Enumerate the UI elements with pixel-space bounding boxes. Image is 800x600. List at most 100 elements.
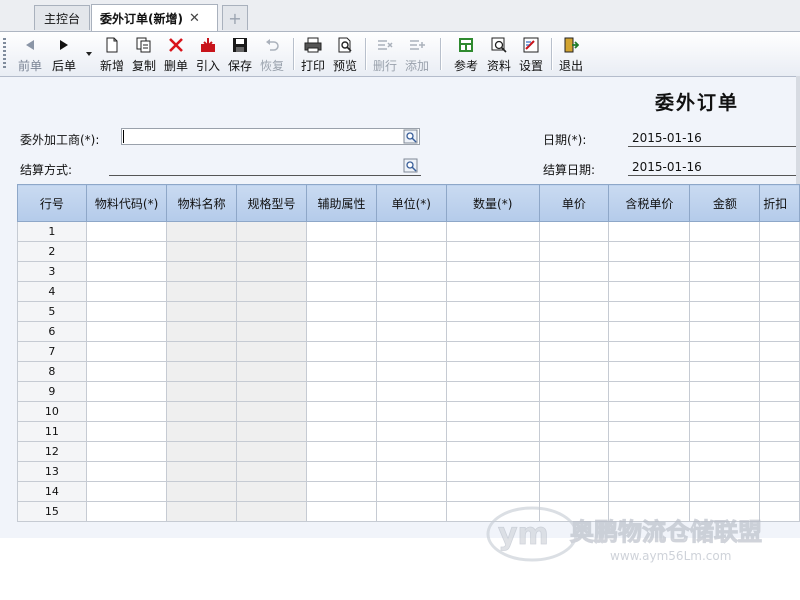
grid-cell[interactable] — [538, 221, 610, 242]
tab-outsourcing-order[interactable]: 委外订单(新增) ✕ — [91, 4, 218, 31]
grid-cell[interactable] — [445, 461, 540, 482]
grid-cell[interactable] — [235, 221, 308, 242]
grid-cell[interactable] — [306, 421, 377, 442]
grid-cell[interactable] — [85, 301, 168, 322]
grid-cell[interactable] — [166, 461, 237, 482]
grid-cell[interactable] — [235, 241, 308, 262]
grid-cell[interactable] — [759, 281, 800, 302]
grid-cell[interactable] — [166, 261, 237, 282]
table-row[interactable]: 2 — [17, 241, 800, 262]
add-row-button[interactable]: 添加 — [403, 34, 431, 74]
prev-button[interactable]: 前单 — [16, 34, 44, 74]
grid-cell[interactable] — [445, 301, 540, 322]
grid-cell[interactable] — [166, 481, 237, 502]
grid-cell[interactable] — [759, 381, 800, 402]
grid-cell[interactable] — [85, 221, 168, 242]
grid-cell[interactable] — [759, 261, 800, 282]
table-row[interactable]: 12 — [17, 441, 800, 462]
grid-cell[interactable] — [235, 501, 308, 522]
grid-cell[interactable] — [689, 441, 761, 462]
grid-cell[interactable] — [375, 401, 447, 422]
grid-cell[interactable] — [306, 481, 377, 502]
grid-cell[interactable] — [306, 361, 377, 382]
table-row[interactable]: 1 — [17, 221, 800, 242]
col-tax-unit-price[interactable]: 含税单价 — [608, 184, 691, 222]
grid-cell[interactable] — [759, 301, 800, 322]
grid-cell[interactable] — [235, 481, 308, 502]
grid-cell[interactable] — [445, 241, 540, 262]
grid-cell[interactable] — [689, 361, 761, 382]
grid-cell[interactable] — [375, 381, 447, 402]
table-row[interactable]: 4 — [17, 281, 800, 302]
grid-cell[interactable] — [445, 281, 540, 302]
tab-close-icon[interactable]: ✕ — [189, 11, 200, 26]
grid-cell[interactable] — [306, 461, 377, 482]
grid-cell[interactable] — [306, 341, 377, 362]
grid-cell[interactable] — [235, 421, 308, 442]
grid-cell[interactable] — [759, 361, 800, 382]
grid-cell[interactable] — [538, 361, 610, 382]
grid-cell[interactable] — [306, 321, 377, 342]
table-row[interactable]: 13 — [17, 461, 800, 482]
grid-cell[interactable] — [375, 361, 447, 382]
table-row[interactable]: 10 — [17, 401, 800, 422]
grid-cell[interactable] — [538, 281, 610, 302]
grid-cell[interactable] — [375, 261, 447, 282]
print-button[interactable]: 打印 — [299, 34, 327, 74]
settings-button[interactable]: 设置 — [517, 34, 545, 74]
grid-cell[interactable] — [689, 401, 761, 422]
grid-cell[interactable] — [375, 301, 447, 322]
grid-cell[interactable] — [166, 301, 237, 322]
grid-cell[interactable] — [689, 461, 761, 482]
grid-cell[interactable] — [375, 501, 447, 522]
table-row[interactable]: 9 — [17, 381, 800, 402]
grid-cell[interactable] — [375, 281, 447, 302]
grid-cell[interactable] — [445, 381, 540, 402]
grid-cell[interactable] — [375, 341, 447, 362]
grid-cell[interactable] — [538, 461, 610, 482]
grid-cell[interactable] — [306, 301, 377, 322]
grid-cell[interactable] — [538, 301, 610, 322]
grid-cell[interactable] — [689, 321, 761, 342]
col-discount[interactable]: 折扣 — [759, 184, 800, 222]
grid-cell[interactable] — [608, 341, 691, 362]
grid-cell[interactable] — [538, 381, 610, 402]
grid-cell[interactable] — [375, 481, 447, 502]
toolbar-grip[interactable] — [3, 38, 6, 70]
grid-cell[interactable] — [445, 441, 540, 462]
grid-cell[interactable] — [375, 221, 447, 242]
col-spec-model[interactable]: 规格型号 — [235, 184, 308, 222]
col-material-code[interactable]: 物料代码(*) — [85, 184, 168, 222]
grid-cell[interactable] — [85, 441, 168, 462]
grid-cell[interactable] — [608, 381, 691, 402]
grid-cell[interactable] — [445, 421, 540, 442]
grid-cell[interactable] — [759, 341, 800, 362]
grid-cell[interactable] — [608, 221, 691, 242]
grid-cell[interactable] — [235, 441, 308, 462]
grid-cell[interactable] — [235, 461, 308, 482]
grid-cell[interactable] — [235, 301, 308, 322]
grid-cell[interactable] — [166, 341, 237, 362]
grid-cell[interactable] — [85, 461, 168, 482]
grid-cell[interactable] — [306, 381, 377, 402]
grid-cell[interactable] — [759, 321, 800, 342]
reference-button[interactable]: 参考 — [452, 34, 480, 74]
grid-cell[interactable] — [445, 361, 540, 382]
col-material-name[interactable]: 物料名称 — [166, 184, 237, 222]
grid-cell[interactable] — [538, 441, 610, 462]
grid-cell[interactable] — [689, 301, 761, 322]
grid-cell[interactable] — [759, 461, 800, 482]
grid-cell[interactable] — [759, 421, 800, 442]
grid-cell[interactable] — [306, 221, 377, 242]
grid-cell[interactable] — [375, 421, 447, 442]
grid-cell[interactable] — [85, 401, 168, 422]
grid-cell[interactable] — [538, 241, 610, 262]
grid-cell[interactable] — [166, 501, 237, 522]
grid-cell[interactable] — [166, 401, 237, 422]
grid-cell[interactable] — [306, 241, 377, 262]
grid-cell[interactable] — [166, 221, 237, 242]
grid-cell[interactable] — [85, 501, 168, 522]
grid-cell[interactable] — [375, 321, 447, 342]
grid-cell[interactable] — [608, 301, 691, 322]
material-button[interactable]: 资料 — [485, 34, 513, 74]
